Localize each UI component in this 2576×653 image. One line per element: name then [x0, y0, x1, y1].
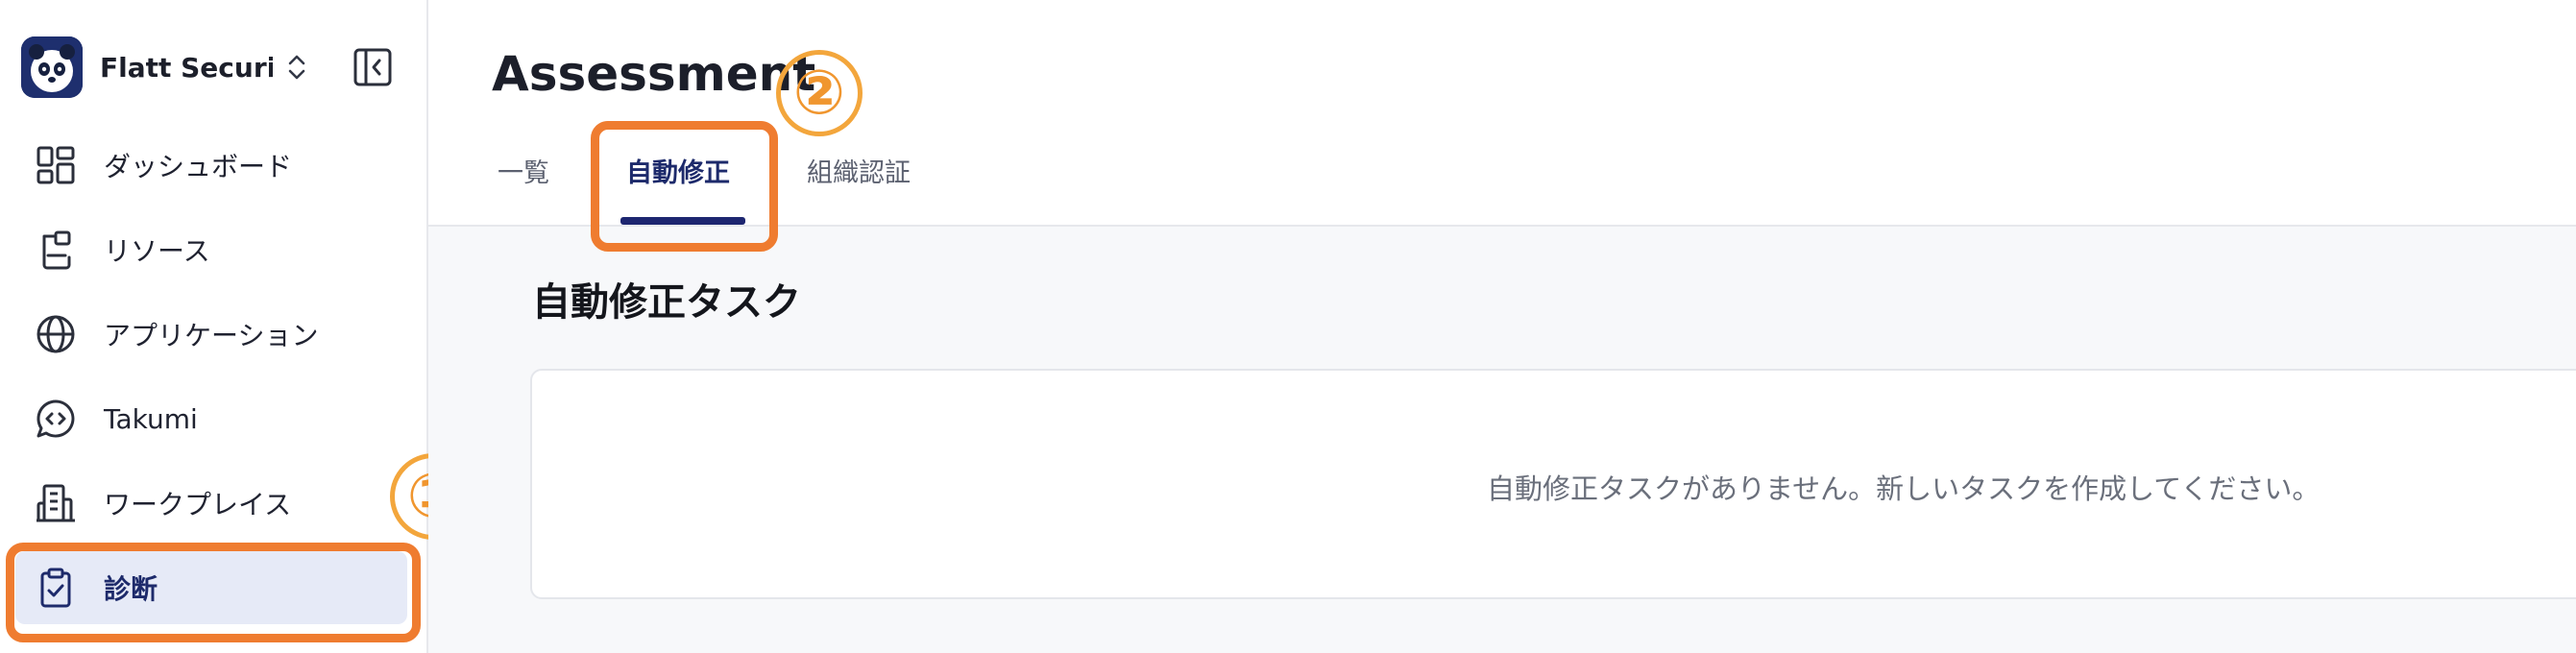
building-icon: [36, 484, 75, 522]
callout-marker-2: ②: [776, 50, 863, 136]
tab-org-auth[interactable]: 組織認証: [807, 144, 911, 227]
clipboard-check-icon: [40, 568, 71, 608]
tab-auto-fix[interactable]: 自動修正: [626, 144, 730, 227]
active-tab-indicator: [620, 217, 745, 225]
sidebar-item-label: アプリケーション: [104, 320, 319, 351]
section-title: 自動修正タスク: [532, 280, 801, 325]
empty-state-card: 自動修正タスクがありません。新しいタスクを作成してください。: [530, 369, 2576, 599]
sidebar-item-label: リソース: [104, 235, 210, 267]
sidebar-item-label: 診断: [104, 573, 158, 605]
page-title: Assessment: [492, 46, 816, 102]
sidebar-item-takumi[interactable]: Takumi: [15, 382, 407, 455]
empty-state-message: 自動修正タスクがありません。新しいタスクを作成してください。: [1487, 472, 2321, 505]
collapse-sidebar-icon[interactable]: [352, 46, 394, 88]
sidebar-item-label: ダッシュボード: [104, 151, 293, 182]
panda-logo-icon: [21, 36, 83, 98]
chat-code-icon: [36, 399, 75, 438]
main-panel: Assessment 一覧 自動修正 組織認証 自動修正タスク 自動修正タスクが…: [428, 0, 2576, 653]
sidebar-item-dashboard[interactable]: ダッシュボード: [15, 129, 407, 202]
sidebar-nav: ダッシュボード リソース アプリケーション Takumi ワークプレイス 診断: [15, 129, 407, 636]
sidebar-item-applications[interactable]: アプリケーション: [15, 298, 407, 371]
org-switcher[interactable]: Flatt Securi...: [21, 35, 328, 100]
dashboard-grid-icon: [36, 146, 75, 184]
content-area: 自動修正タスク 自動修正タスクがありません。新しいタスクを作成してください。: [428, 227, 2576, 653]
tab-list[interactable]: 一覧: [498, 144, 549, 227]
chevron-up-down-icon: [288, 55, 305, 80]
tab-bar: 一覧 自動修正 組織認証: [498, 144, 911, 227]
globe-icon: [36, 315, 75, 353]
app-window: Flatt Securi... ダッシュボード: [0, 0, 2576, 653]
resource-clipboard-icon: [42, 230, 71, 270]
sidebar: Flatt Securi... ダッシュボード: [0, 0, 428, 653]
sidebar-item-assessment[interactable]: 診断: [15, 551, 407, 624]
org-name: Flatt Securi...: [100, 51, 273, 84]
sidebar-item-label: Takumi: [104, 402, 198, 435]
sidebar-item-workplace[interactable]: ワークプレイス: [15, 467, 407, 540]
sidebar-item-resources[interactable]: リソース: [15, 213, 407, 286]
sidebar-item-label: ワークプレイス: [104, 489, 292, 520]
page-header: Assessment 一覧 自動修正 組織認証: [428, 0, 2576, 227]
